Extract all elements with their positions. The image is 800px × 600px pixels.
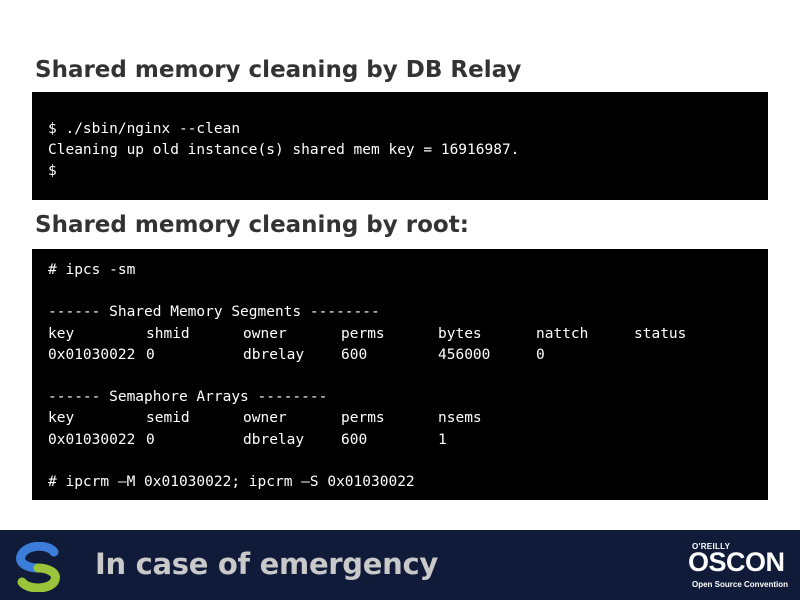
terminal-block-db-relay: $ ./sbin/nginx --clean Cleaning up old i… (32, 92, 768, 200)
s-swirl-icon (10, 541, 66, 593)
heading-db-relay: Shared memory cleaning by DB Relay (35, 57, 522, 83)
terminal-command: # ipcrm –M 0x01030022; ipcrm –S 0x010300… (48, 473, 415, 490)
column-header: owner (243, 410, 287, 427)
column-header: key (48, 325, 75, 342)
column-header: perms (341, 325, 385, 342)
column-header: status (634, 325, 687, 342)
footer-title: In case of emergency (95, 547, 438, 581)
terminal-line: $ (48, 163, 57, 179)
shm-column-headers: key shmid owner perms bytes nattch statu… (48, 324, 768, 345)
table-cell: 0x01030022 (48, 431, 136, 448)
terminal-line: $ ./sbin/nginx --clean (48, 121, 241, 137)
table-cell: 1 (438, 431, 447, 448)
table-cell: 0 (146, 346, 155, 363)
table-cell: 0 (146, 431, 155, 448)
column-header: nsems (438, 410, 482, 427)
table-cell: 456000 (438, 346, 491, 363)
sem-section-header: ------ Semaphore Arrays -------- (48, 389, 328, 406)
shm-table-row: 0x01030022 0 dbrelay 600 456000 0 (48, 345, 768, 366)
column-header: owner (243, 325, 287, 342)
column-header: perms (341, 410, 385, 427)
table-cell: 600 (341, 431, 368, 448)
oscon-logo: O'REILLY OSCON Open Source Convention (688, 542, 788, 594)
column-header: shmid (146, 325, 190, 342)
table-cell: 0x01030022 (48, 346, 136, 363)
column-header: key (48, 410, 75, 427)
sem-table-row: 0x01030022 0 dbrelay 600 1 (48, 430, 768, 451)
terminal-command: # ipcs -sm (48, 262, 136, 278)
logo-name: OSCON (688, 547, 785, 577)
table-cell: 0 (536, 346, 545, 363)
column-header: bytes (438, 325, 482, 342)
heading-root: Shared memory cleaning by root: (35, 212, 469, 238)
shm-section-header: ------ Shared Memory Segments -------- (48, 304, 380, 321)
table-cell: dbrelay (243, 346, 305, 363)
footer-band: In case of emergency O'REILLY OSCON Open… (0, 530, 800, 600)
column-header: nattch (536, 325, 589, 342)
table-cell: dbrelay (243, 431, 305, 448)
terminal-block-root: # ipcs -sm ------ Shared Memory Segments… (32, 249, 768, 500)
column-header: semid (146, 410, 190, 427)
terminal-line: Cleaning up old instance(s) shared mem k… (48, 142, 520, 158)
logo-tagline: Open Source Convention (692, 580, 789, 589)
sem-column-headers: key semid owner perms nsems (48, 408, 768, 429)
table-cell: 600 (341, 346, 368, 363)
